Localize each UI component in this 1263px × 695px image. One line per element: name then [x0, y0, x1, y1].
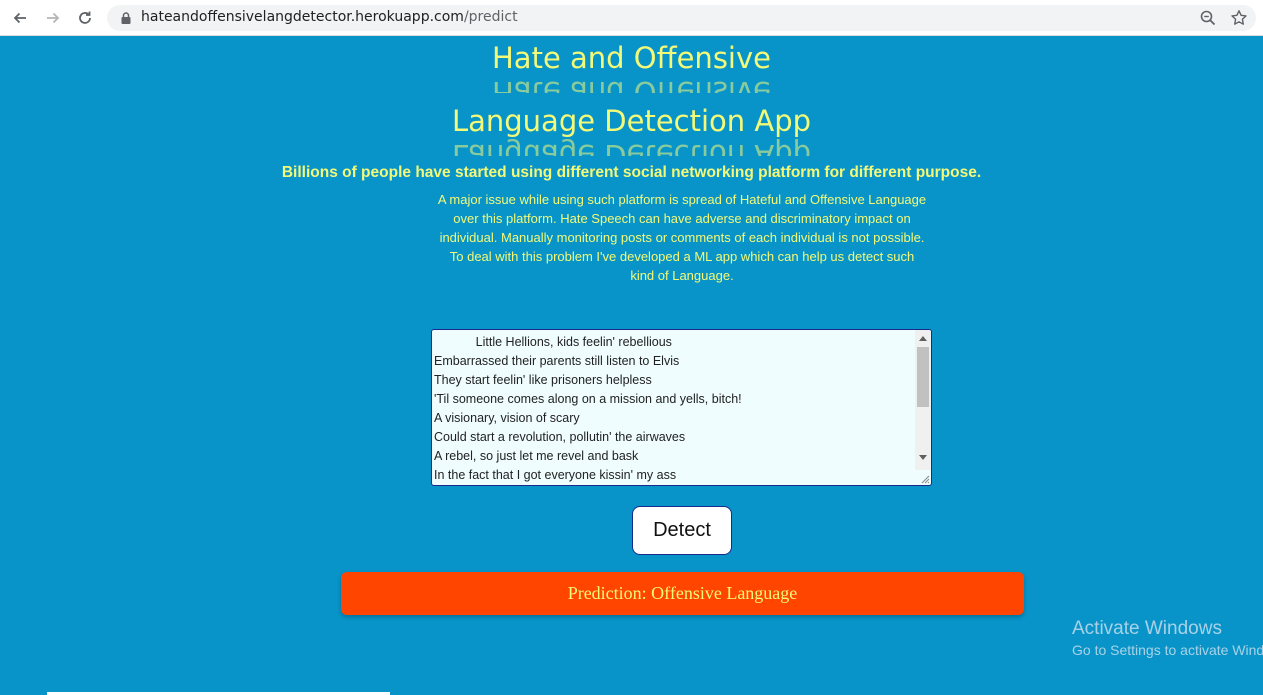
page-subtitle: Billions of people have started using di… [281, 164, 982, 181]
page-title-line-1: Hate and Offensive Hate and Offensive [0, 41, 1263, 93]
forward-icon[interactable] [40, 6, 66, 30]
scroll-up-icon[interactable] [919, 336, 927, 341]
textarea-scrollbar[interactable] [915, 330, 931, 470]
lock-icon[interactable] [119, 11, 133, 25]
page-description: A major issue while using such platform … [437, 192, 927, 283]
detect-button[interactable]: Detect [632, 506, 732, 555]
title-reflection-1: Hate and Offensive [492, 75, 771, 93]
browser-toolbar: hateandoffensivelangdetector.herokuapp.c… [0, 0, 1263, 36]
zoom-icon[interactable] [1199, 9, 1217, 27]
url-text[interactable]: hateandoffensivelangdetector.herokuapp.c… [141, 9, 518, 25]
watermark-line-2: Go to Settings to activate Windows. [1072, 642, 1263, 658]
star-icon[interactable] [1230, 9, 1248, 27]
textarea-content[interactable]: Little Hellions, kids feelin' rebellious… [434, 333, 914, 485]
title-reflection-2: Language Detection App [451, 138, 812, 156]
scroll-down-icon[interactable] [919, 455, 927, 460]
title-text-1: Hate and Offensive [492, 41, 771, 75]
address-bar[interactable]: hateandoffensivelangdetector.herokuapp.c… [107, 5, 1256, 31]
windows-activation-watermark: Activate Windows Go to Settings to activ… [1072, 617, 1263, 660]
watermark-line-1: Activate Windows [1072, 618, 1222, 639]
prediction-result: Prediction: Offensive Language [341, 572, 1024, 615]
back-icon[interactable] [7, 6, 33, 30]
comment-textarea[interactable]: Little Hellions, kids feelin' rebellious… [431, 329, 932, 486]
scroll-thumb[interactable] [917, 347, 929, 407]
url-path: /predict [463, 9, 518, 25]
resize-grip-icon[interactable] [920, 474, 930, 484]
url-host: hateandoffensivelangdetector.herokuapp.c… [141, 9, 464, 25]
reload-icon[interactable] [72, 6, 98, 30]
page-title-line-2: Language Detection App Language Detectio… [0, 104, 1263, 156]
title-text-2: Language Detection App [451, 104, 812, 138]
